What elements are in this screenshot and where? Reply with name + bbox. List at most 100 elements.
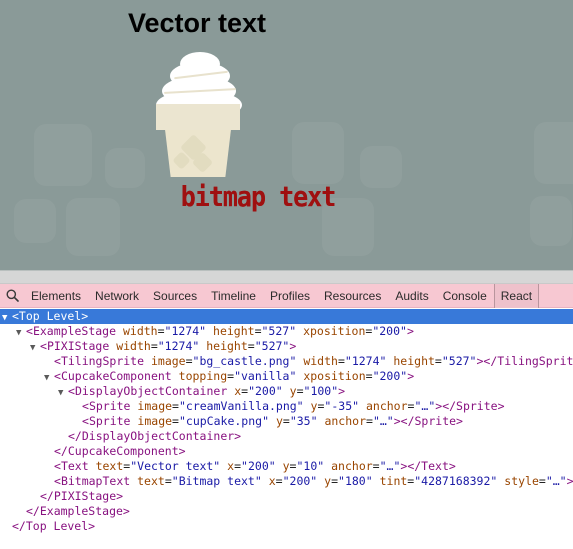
dom-tree-row[interactable]: </PIXIStage> — [0, 489, 573, 504]
dom-attr-value: "200" — [282, 474, 318, 488]
dom-tree-row[interactable]: ▼ <PIXIStage width="1274" height="527"> — [0, 339, 573, 354]
attr-equals: = — [296, 384, 304, 398]
dom-tree-row[interactable]: </CupcakeComponent> — [0, 444, 573, 459]
dom-tree-row[interactable]: </DisplayObjectContainer> — [0, 429, 573, 444]
dom-attr-name: text — [137, 474, 165, 488]
react-dom-tree[interactable]: ▼ <Top Level> ▼ <ExampleStage width="1274" … — [0, 308, 573, 547]
dom-attr-name: anchor — [324, 414, 366, 428]
dom-attr-value: "…" — [372, 414, 394, 428]
disclosure-triangle-icon[interactable]: ▼ — [2, 311, 12, 324]
dom-attr-name: width — [122, 324, 158, 338]
attr-space — [89, 459, 96, 473]
dom-tree-row[interactable]: <Sprite image="cupCake.png" y="35" ancho… — [0, 414, 573, 429]
dom-node-tag-name: DisplayObjectContainer — [74, 384, 228, 398]
attr-equals: = — [331, 474, 339, 488]
devtools-splitter[interactable] — [0, 270, 573, 284]
tab-elements[interactable]: Elements — [24, 284, 88, 308]
dom-attr-value: "200" — [372, 324, 407, 338]
dom-node-root-label: <Top Level> — [12, 309, 89, 323]
dom-attr-name: text — [95, 459, 124, 473]
dom-tree-row[interactable]: </Top Level> — [0, 519, 573, 534]
tab-timeline[interactable]: Timeline — [204, 284, 263, 308]
attr-space — [262, 474, 269, 488]
attr-space — [304, 399, 311, 413]
cupcake-sprite[interactable] — [148, 52, 248, 177]
attr-equals: = — [538, 474, 546, 488]
dom-node-close-tag: </Text> — [407, 459, 456, 473]
dom-node-close-tag: </Sprite> — [400, 414, 463, 428]
dom-node-close-tag: </TilingSprit — [483, 354, 573, 368]
dom-tree-row[interactable]: <Sprite image="creamVanilla.png" y="-35"… — [0, 399, 573, 414]
attr-space — [283, 384, 290, 398]
dom-node-tag-name: Sprite — [88, 414, 131, 428]
dom-attr-name: height — [213, 324, 255, 338]
background-tile — [360, 146, 402, 188]
disclosure-triangle-icon[interactable]: ▼ — [44, 371, 54, 384]
tab-sources[interactable]: Sources — [146, 284, 204, 308]
dom-attr-name: xposition — [303, 324, 366, 338]
dom-node-tag-name: TilingSprite — [60, 354, 145, 368]
tab-audits[interactable]: Audits — [388, 284, 435, 308]
dom-attr-value: "1274" — [157, 339, 200, 353]
dom-attr-name: height — [393, 354, 435, 368]
dom-attr-value: "…" — [414, 399, 436, 413]
dom-attr-value: "…" — [379, 459, 401, 473]
dom-node-close-tag: </ExampleStage> — [26, 504, 130, 518]
dom-tree-row[interactable]: ▼ <DisplayObjectContainer x="200" y="100"… — [0, 384, 573, 399]
dom-node-tag-name: BitmapText — [60, 474, 131, 488]
bitmap-text-label: bitmap text — [180, 180, 337, 213]
dom-node-close-tag: </CupcakeComponent> — [54, 444, 186, 458]
dom-tree-row[interactable]: ▼ <CupcakeComponent topping = "vanilla" xpo… — [0, 369, 573, 384]
dom-node-close-bracket: > — [338, 384, 346, 398]
dom-tree-row[interactable]: </ExampleStage> — [0, 504, 573, 519]
disclosure-triangle-icon[interactable]: ▼ — [16, 326, 26, 339]
dom-attr-name: y — [282, 459, 290, 473]
attr-equals: = — [372, 459, 380, 473]
dom-node-close-bracket: > — [566, 474, 573, 488]
dom-node-close-bracket: > — [407, 369, 415, 383]
dom-tree-row[interactable]: <TilingSprite image="bg_castle.png" widt… — [0, 354, 573, 369]
dom-attr-value: "527" — [254, 339, 290, 353]
dom-node-open-bracket: < — [26, 324, 33, 338]
background-tile — [105, 148, 145, 188]
dom-attr-value: "bg_castle.png" — [192, 354, 297, 368]
dom-attr-name: tint — [379, 474, 408, 488]
tab-network[interactable]: Network — [88, 284, 146, 308]
attr-equals: = — [185, 354, 193, 368]
dom-attr-value: "10" — [296, 459, 325, 473]
dom-node-tag-name: Sprite — [88, 399, 131, 413]
dom-attr-name: y — [289, 384, 297, 398]
tab-profiles[interactable]: Profiles — [263, 284, 317, 308]
dom-attr-value: "200" — [372, 369, 408, 383]
dom-attr-value: "1274" — [164, 324, 207, 338]
attr-equals: = — [172, 399, 179, 413]
attr-space — [206, 324, 213, 338]
dom-node-open-bracket: < — [82, 399, 89, 413]
attr-equals: = — [157, 324, 165, 338]
dom-node-close-tag: </Top Level> — [12, 519, 96, 533]
dom-attr-value: "527" — [261, 324, 297, 338]
tab-console[interactable]: Console — [436, 284, 494, 308]
dom-node-close-bracket: > — [289, 339, 297, 353]
attr-space — [269, 414, 276, 428]
search-icon[interactable] — [0, 284, 24, 308]
tab-react[interactable]: React — [493, 283, 540, 308]
dom-tree-row[interactable]: <Text text="Vector text" x="200" y="10" … — [0, 459, 573, 474]
background-tile — [292, 122, 344, 184]
tab-resources[interactable]: Resources — [317, 284, 388, 308]
dom-tree-row[interactable]: ▼ <ExampleStage width="1274" height="527"… — [0, 324, 573, 339]
disclosure-triangle-icon[interactable]: ▼ — [58, 386, 68, 399]
pixi-canvas-stage[interactable]: Vector text bitmap text — [0, 0, 573, 270]
dom-tree-row[interactable]: <BitmapText text="Bitmap text" x="200" y… — [0, 474, 573, 489]
attr-equals: = — [164, 474, 172, 488]
attr-space — [276, 459, 283, 473]
dom-node-open-bracket: < — [54, 369, 61, 383]
dom-node-close-bracket: > — [406, 324, 414, 338]
dom-attr-value: "Bitmap text" — [171, 474, 262, 488]
devtools-toolbar: Elements Network Sources Timeline Profil… — [0, 283, 573, 308]
disclosure-triangle-icon[interactable]: ▼ — [30, 341, 40, 354]
background-tile — [530, 196, 572, 246]
background-tile — [14, 199, 56, 243]
dom-tree-row[interactable]: ▼ <Top Level> — [0, 309, 573, 324]
dom-attr-value: "180" — [338, 474, 373, 488]
